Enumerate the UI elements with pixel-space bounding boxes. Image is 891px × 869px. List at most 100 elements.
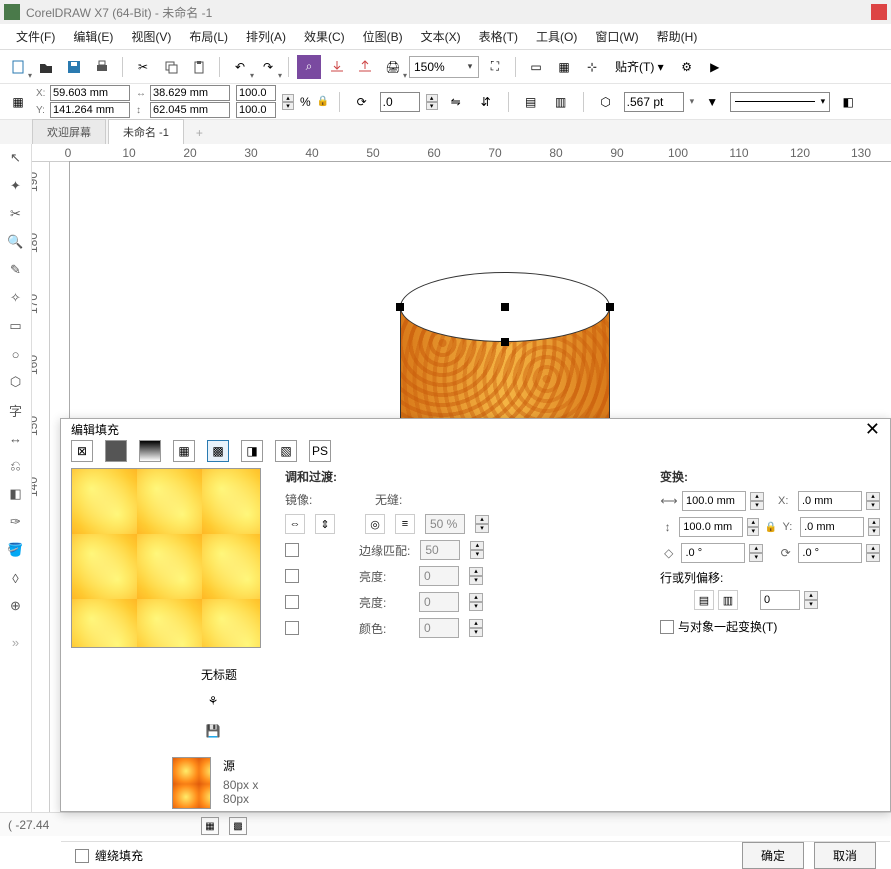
color-spinner[interactable]: ▴▾ bbox=[469, 619, 483, 637]
redo-button[interactable]: ↷ bbox=[256, 55, 280, 79]
wrap-button[interactable]: ▼ bbox=[700, 90, 724, 114]
fill-tool[interactable]: 🪣 bbox=[6, 540, 26, 560]
mirror-h-icon[interactable]: ⇔ bbox=[285, 514, 305, 534]
offset-input[interactable] bbox=[760, 590, 800, 610]
print-button[interactable] bbox=[90, 55, 114, 79]
selection-handle[interactable] bbox=[501, 303, 509, 311]
bright2-spinner[interactable]: ▴▾ bbox=[469, 593, 483, 611]
fill-y-input[interactable] bbox=[800, 517, 864, 537]
crop-tool[interactable]: ✂ bbox=[6, 204, 26, 224]
tab-welcome[interactable]: 欢迎屏幕 bbox=[32, 119, 106, 144]
width-input[interactable] bbox=[150, 85, 230, 101]
copy-button[interactable] bbox=[159, 55, 183, 79]
bitmap-fill-button[interactable]: ▩ bbox=[207, 440, 229, 462]
zoom-combo[interactable]: ▾ bbox=[409, 56, 479, 78]
tile-mode-1[interactable]: ▦ bbox=[201, 817, 219, 835]
mirror-v-button[interactable]: ⇵ bbox=[474, 90, 498, 114]
tab-document[interactable]: 未命名 -1 bbox=[108, 119, 184, 144]
save-preset-icon[interactable]: 💾 bbox=[201, 719, 225, 743]
export-button[interactable] bbox=[353, 55, 377, 79]
undo-button[interactable]: ↶ bbox=[228, 55, 252, 79]
mirror-h-button[interactable]: ⇋ bbox=[444, 90, 468, 114]
plus-tool[interactable]: ⊕ bbox=[6, 596, 26, 616]
fill-width-input[interactable] bbox=[682, 491, 746, 511]
lock-icon[interactable]: 🔒 bbox=[763, 522, 778, 533]
close-icon[interactable]: ✕ bbox=[865, 419, 880, 440]
selection-handle[interactable] bbox=[606, 303, 614, 311]
chevron-down-icon[interactable]: ▾ bbox=[462, 61, 478, 72]
seamless-value[interactable] bbox=[425, 514, 465, 534]
expand-tool[interactable]: » bbox=[6, 632, 26, 652]
pattern-preview[interactable] bbox=[71, 468, 261, 648]
edge-checkbox[interactable] bbox=[285, 543, 299, 557]
menu-tools[interactable]: 工具(O) bbox=[528, 25, 585, 48]
selection-handle[interactable] bbox=[396, 303, 404, 311]
texture-fill-button[interactable]: ▧ bbox=[275, 440, 297, 462]
scale-spinner[interactable]: ▴▾ bbox=[282, 94, 294, 110]
offset-spinner[interactable]: ▴▾ bbox=[804, 591, 818, 609]
user-icon[interactable] bbox=[871, 4, 887, 20]
menu-effects[interactable]: 效果(C) bbox=[296, 25, 353, 48]
order-button[interactable]: ▥ bbox=[549, 90, 573, 114]
source-preview[interactable] bbox=[172, 757, 211, 809]
linear-icon[interactable]: ≡ bbox=[395, 514, 415, 534]
text-tool[interactable]: 字 bbox=[6, 400, 26, 420]
seamless-spinner[interactable]: ▴▾ bbox=[475, 515, 489, 533]
zoom-input[interactable] bbox=[410, 57, 462, 77]
launch-button[interactable]: ▶ bbox=[703, 55, 727, 79]
connector-tool[interactable]: ⎌ bbox=[6, 456, 26, 476]
import-button[interactable] bbox=[325, 55, 349, 79]
rectangle-tool[interactable]: ▭ bbox=[6, 316, 26, 336]
y-spinner[interactable]: ▴▾ bbox=[868, 518, 880, 536]
edge-value[interactable] bbox=[420, 540, 460, 560]
bright1-checkbox[interactable] bbox=[285, 569, 299, 583]
scale-x-input[interactable] bbox=[236, 85, 276, 101]
bright1-value[interactable] bbox=[419, 566, 459, 586]
postscript-fill-button[interactable]: PS bbox=[309, 440, 331, 462]
fill-height-input[interactable] bbox=[679, 517, 743, 537]
add-tab-button[interactable]: + bbox=[186, 122, 213, 144]
mirror-v-icon[interactable]: ⇕ bbox=[315, 514, 335, 534]
fill-x-input[interactable] bbox=[798, 491, 862, 511]
no-fill-button[interactable]: ⊠ bbox=[71, 440, 93, 462]
menu-text[interactable]: 文本(X) bbox=[413, 25, 469, 48]
edit-fill-button[interactable]: ◧ bbox=[836, 90, 860, 114]
rot-spinner[interactable]: ▴▾ bbox=[866, 544, 880, 562]
bright1-spinner[interactable]: ▴▾ bbox=[469, 567, 483, 585]
radial-icon[interactable]: ◎ bbox=[365, 514, 385, 534]
menu-file[interactable]: 文件(F) bbox=[8, 25, 63, 48]
x-position-input[interactable] bbox=[50, 85, 130, 101]
pattern-fill-button[interactable]: ▦ bbox=[173, 440, 195, 462]
color-checkbox[interactable] bbox=[285, 621, 299, 635]
ellipse-tool[interactable]: ○ bbox=[6, 344, 26, 364]
tile-mode-2[interactable]: ▩ bbox=[229, 817, 247, 835]
cancel-button[interactable]: 取消 bbox=[814, 842, 876, 869]
menu-table[interactable]: 表格(T) bbox=[471, 25, 526, 48]
smart-tool[interactable]: ✧ bbox=[6, 288, 26, 308]
outline-style-dropdown[interactable]: ▾ bbox=[730, 92, 830, 112]
show-rulers-button[interactable]: ▭ bbox=[524, 55, 548, 79]
save-button[interactable] bbox=[62, 55, 86, 79]
ok-button[interactable]: 确定 bbox=[742, 842, 804, 869]
fill-rot-input[interactable] bbox=[798, 543, 862, 563]
selection-handle[interactable] bbox=[501, 338, 509, 346]
cylinder-object[interactable] bbox=[400, 272, 610, 392]
open-button[interactable] bbox=[34, 55, 58, 79]
menu-layout[interactable]: 布局(L) bbox=[181, 25, 236, 48]
eyedropper-tool[interactable]: ✑ bbox=[6, 512, 26, 532]
menu-arrange[interactable]: 排列(A) bbox=[238, 25, 294, 48]
with-object-checkbox[interactable] bbox=[660, 620, 674, 634]
library-icon[interactable]: ⚘ bbox=[201, 689, 225, 713]
x-spinner[interactable]: ▴▾ bbox=[866, 492, 880, 510]
menu-bitmaps[interactable]: 位图(B) bbox=[355, 25, 411, 48]
wrap-fill-checkbox[interactable] bbox=[75, 849, 89, 863]
rot-spinner[interactable]: ▴▾ bbox=[426, 94, 438, 110]
skew-input[interactable] bbox=[681, 543, 745, 563]
snap-dropdown[interactable]: 贴齐(T) ▾ bbox=[608, 55, 671, 78]
skew-spinner[interactable]: ▴▾ bbox=[749, 544, 763, 562]
fullscreen-button[interactable]: ⛶ bbox=[483, 55, 507, 79]
freehand-tool[interactable]: ✎ bbox=[6, 260, 26, 280]
h-spinner[interactable]: ▴▾ bbox=[747, 518, 759, 536]
paste-button[interactable] bbox=[187, 55, 211, 79]
menu-view[interactable]: 视图(V) bbox=[123, 25, 179, 48]
